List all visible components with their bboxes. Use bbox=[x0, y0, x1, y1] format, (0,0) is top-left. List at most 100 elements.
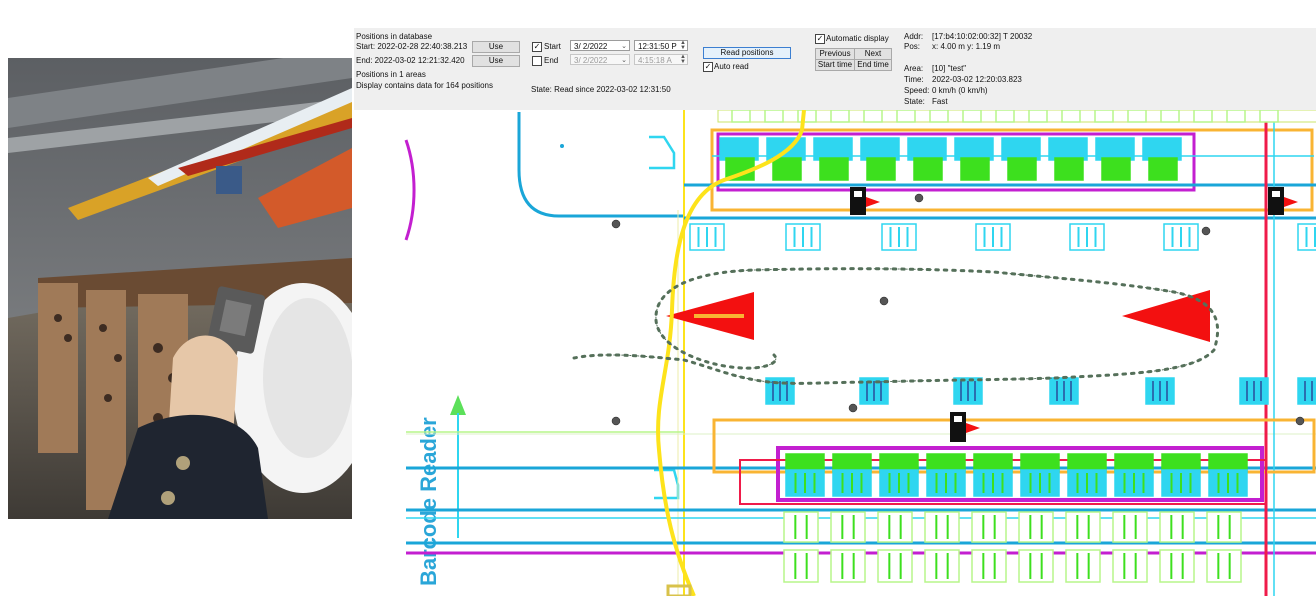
state-text: State: Read since 2022-03-02 12:31:50 bbox=[531, 85, 671, 94]
storage-cell bbox=[1206, 549, 1242, 583]
display-contains-text: Display contains data for 164 positions bbox=[356, 81, 493, 90]
storage-cell bbox=[929, 110, 949, 123]
storage-cell bbox=[971, 511, 1007, 543]
addr-label: Addr: bbox=[904, 32, 924, 41]
scanner-photo bbox=[8, 58, 352, 519]
storage-cell bbox=[1297, 377, 1316, 405]
time-value: 2022-03-02 12:20:03.823 bbox=[932, 75, 1022, 84]
storage-cell bbox=[954, 137, 994, 161]
chevron-down-icon: ⌄ bbox=[621, 57, 627, 64]
end-date-picker[interactable]: 3/ 2/2022 ⌄ bbox=[570, 54, 630, 65]
storage-cell bbox=[1193, 110, 1213, 123]
storage-cell bbox=[1101, 157, 1131, 181]
storage-cell bbox=[924, 549, 960, 583]
storage-cell bbox=[1007, 157, 1037, 181]
storage-cell bbox=[783, 549, 819, 583]
tracking-app-window: Positions in database Start: 2022-02-28 … bbox=[354, 28, 1316, 596]
state-value: Fast bbox=[932, 97, 948, 106]
yellow-route bbox=[656, 110, 806, 596]
speed-label: Speed: bbox=[904, 86, 930, 95]
chevron-down-icon: ⌄ bbox=[621, 43, 627, 50]
storage-cell bbox=[1018, 511, 1054, 543]
storage-cell bbox=[1159, 549, 1195, 583]
auto-read-checkbox[interactable]: ✓ bbox=[703, 62, 713, 72]
start-time-button[interactable]: Start time bbox=[815, 59, 855, 71]
auto-read-label: Auto read bbox=[714, 62, 749, 71]
positions-areas-text: Positions in 1 areas bbox=[356, 70, 426, 79]
time-label: Time: bbox=[904, 75, 924, 84]
start-time-spinner[interactable]: 12:31:50 P ▲ ▼ bbox=[634, 40, 688, 51]
start-range-text: Start: 2022-02-28 22:40:38.213 bbox=[356, 42, 468, 51]
storage-cell bbox=[1094, 110, 1114, 123]
storage-cell bbox=[783, 511, 819, 543]
storage-cell bbox=[1259, 110, 1279, 123]
end-date-value: 3/ 2/2022 bbox=[574, 56, 608, 65]
storage-cell bbox=[1127, 110, 1147, 123]
storage-cell bbox=[830, 511, 866, 543]
end-time-spinner[interactable]: 4:15:18 A ▲ ▼ bbox=[634, 54, 688, 65]
storage-cell bbox=[1065, 549, 1101, 583]
storage-cell bbox=[1061, 110, 1081, 123]
end-range-text: End: 2022-03-02 12:21:32.420 bbox=[356, 56, 465, 65]
storage-cell bbox=[1148, 157, 1178, 181]
storage-cell bbox=[924, 511, 960, 543]
storage-cell bbox=[731, 110, 751, 123]
storage-cell bbox=[1206, 511, 1242, 543]
tag-device-icon bbox=[950, 412, 980, 442]
storage-cell bbox=[1095, 137, 1135, 161]
storage-cell bbox=[1112, 511, 1148, 543]
state-label: State: bbox=[904, 97, 925, 106]
start-date-value: 3/ 2/2022 bbox=[574, 42, 608, 51]
warehouse-photo-illustration bbox=[8, 58, 352, 519]
area-label: Area: bbox=[904, 64, 924, 73]
storage-cell bbox=[830, 110, 850, 123]
storage-cell bbox=[1159, 511, 1195, 543]
storage-cell bbox=[1018, 549, 1054, 583]
red-arrow-left-icon bbox=[1122, 290, 1210, 342]
use-start-button[interactable]: Use bbox=[472, 41, 520, 53]
storage-cell bbox=[1112, 549, 1148, 583]
storage-cell bbox=[866, 157, 896, 181]
barcode-reader-label: Barcode Reader bbox=[416, 417, 441, 586]
start-checkbox[interactable]: ✓ bbox=[532, 42, 542, 52]
positions-in-db-label: Positions in database bbox=[356, 32, 433, 41]
control-toolbar: Positions in database Start: 2022-02-28 … bbox=[354, 28, 1316, 110]
map-wall-left bbox=[517, 112, 684, 218]
map-arc bbox=[404, 139, 416, 241]
floor-map[interactable]: Barcode Reader bbox=[354, 110, 1316, 596]
storage-cell bbox=[907, 137, 947, 161]
storage-cell bbox=[863, 110, 883, 123]
storage-cell bbox=[719, 137, 759, 161]
map-marker bbox=[560, 144, 564, 148]
storage-cell bbox=[860, 137, 900, 161]
end-time-button[interactable]: End time bbox=[854, 59, 892, 71]
automatic-display-label: Automatic display bbox=[826, 34, 889, 43]
read-positions-button[interactable]: Read positions bbox=[703, 47, 791, 59]
area-value: [10] "test" bbox=[932, 64, 967, 73]
map-bay-top bbox=[649, 135, 676, 170]
end-time-value: 4:15:18 A bbox=[638, 56, 672, 65]
storage-cell bbox=[877, 511, 913, 543]
storage-cell bbox=[819, 157, 849, 181]
storage-cell bbox=[1048, 137, 1088, 161]
end-checkbox-label: End bbox=[544, 56, 559, 65]
storage-cell bbox=[772, 157, 802, 181]
spin-arrows-icon: ▲ ▼ bbox=[680, 54, 686, 65]
storage-cell bbox=[896, 110, 916, 123]
storage-cell bbox=[813, 137, 853, 161]
storage-cell bbox=[1028, 110, 1048, 123]
storage-cell bbox=[960, 157, 990, 181]
storage-cell bbox=[764, 110, 784, 123]
start-time-value: 12:31:50 P bbox=[638, 42, 677, 51]
storage-cell bbox=[877, 549, 913, 583]
storage-cell bbox=[971, 549, 1007, 583]
automatic-display-checkbox[interactable]: ✓ bbox=[815, 34, 825, 44]
pos-value: x: 4.00 m y: 1.19 m bbox=[932, 42, 1001, 51]
storage-cell bbox=[1160, 110, 1180, 123]
speed-value: 0 km/h (0 km/h) bbox=[932, 86, 988, 95]
use-end-button[interactable]: Use bbox=[472, 55, 520, 67]
start-date-picker[interactable]: 3/ 2/2022 ⌄ bbox=[570, 40, 630, 51]
storage-cell bbox=[830, 549, 866, 583]
end-checkbox[interactable] bbox=[532, 56, 542, 66]
storage-cell bbox=[797, 110, 817, 123]
